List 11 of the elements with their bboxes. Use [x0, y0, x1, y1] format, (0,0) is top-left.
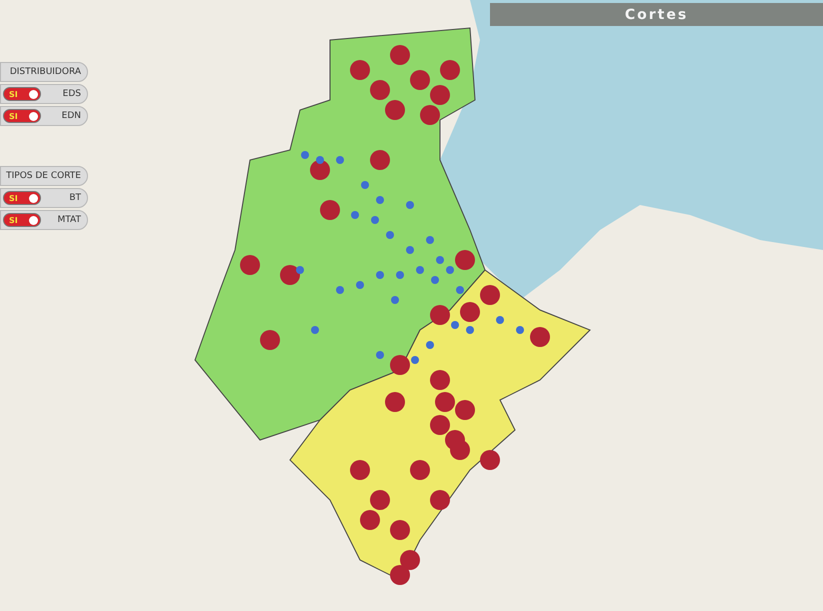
filter-label: EDN: [62, 111, 81, 121]
filter-heading: TIPOS DE CORTE: [0, 166, 88, 186]
toggle-switch[interactable]: SI: [3, 109, 41, 123]
filter-label: EDS: [62, 89, 81, 99]
filter-heading: DISTRIBUIDORA: [0, 62, 88, 82]
map-title: Cortes: [490, 3, 823, 26]
toggle-switch[interactable]: SI: [3, 191, 41, 205]
toggle-switch[interactable]: SI: [3, 87, 41, 101]
toggle-switch[interactable]: SI: [3, 213, 41, 227]
filter-label: BT: [69, 193, 81, 203]
filter-label: MTAT: [57, 215, 81, 225]
